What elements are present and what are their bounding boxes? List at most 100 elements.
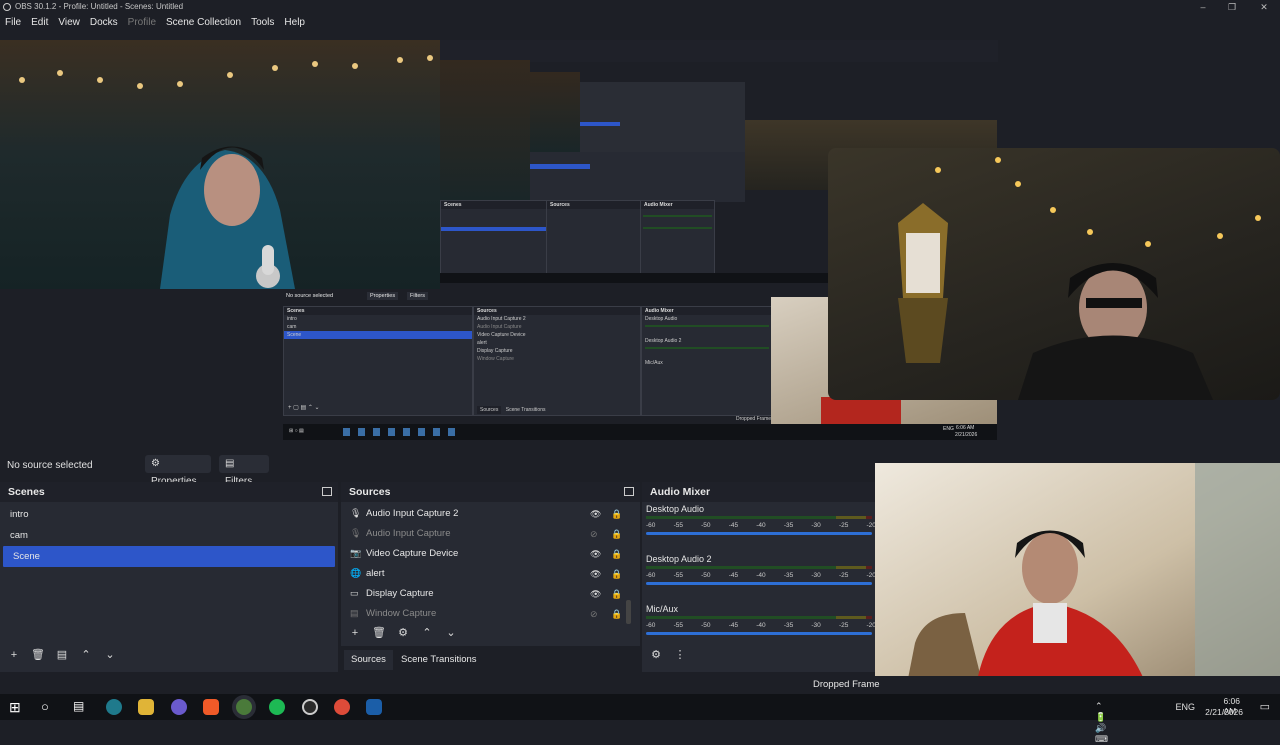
chrome-active-icon[interactable] [236,699,252,715]
search-icon[interactable]: ○ [41,699,49,714]
eye-icon[interactable]: 👁 [590,564,601,584]
tray-icons[interactable]: ⌃ 🔋 🔊 ⌨ [1095,701,1108,745]
nested-sources-dock: Sources Audio Input Capture 2 Audio Inpu… [473,306,641,416]
remove-source-button[interactable]: 🗑 [369,624,389,642]
nested-mixer-channel: Desktop Audio 2 [645,338,682,344]
scene-filters-button[interactable]: ▤ [52,646,72,664]
windows-start-icon[interactable]: ⊞ [9,699,21,716]
meter-ticks: -60 -55 -50 -45 -40 -35 -30 -25 -20 [646,522,876,529]
menu-scene-collection[interactable]: Scene Collection [161,14,246,32]
scene-item-scene[interactable]: Scene [3,546,335,567]
source-item[interactable]: 🎙 Audio Input Capture ⊘ 🔒 [341,524,640,544]
close-button[interactable]: ✕ [1248,0,1280,14]
scene-item-cam[interactable]: cam [0,525,338,546]
eye-hidden-icon[interactable]: ⊘ [590,524,598,544]
edge-browser-icon[interactable] [106,699,122,715]
undock-icon[interactable] [624,487,634,496]
source-label: Display Capture [366,588,434,599]
nested-mixer-small: Audio Mixer [640,200,715,275]
gear-icon: ⚙ [151,458,160,469]
brave-icon[interactable] [203,699,219,715]
lock-icon[interactable]: 🔒 [611,524,622,544]
nested-tab-sources: Sources [477,406,502,414]
nested-filters: Filters [407,292,428,300]
move-down-button[interactable]: ⌄ [100,646,120,664]
volume-fader[interactable] [646,632,872,635]
clock-date[interactable]: 2/21/2026 [1205,707,1243,717]
nested-scene-item: intro [287,316,297,322]
scenes-toolbar: + 🗑 ▤ ⌃ ⌄ [4,646,120,664]
nested-dropped-text: Dropped Frame [736,416,771,422]
source-item[interactable]: 📷 Video Capture Device 👁 🔒 [341,544,640,564]
nested-tab-transitions: Scene Transitions [505,407,546,413]
sources-toolbar: + 🗑 ⚙ ⌃ ⌄ [345,624,461,642]
nested-webcam-2 [530,72,580,152]
preview-canvas[interactable]: Scenes Sources Audio Mixer No source sel… [0,40,1280,443]
source-item[interactable]: ▭ Display Capture 👁 🔒 [341,584,640,604]
lock-icon[interactable]: 🔒 [611,604,622,624]
source-item[interactable]: 🎙 Audio Input Capture 2 👁 🔒 [341,504,640,524]
eye-icon[interactable]: 👁 [590,504,601,524]
menu-docks[interactable]: Docks [85,14,123,32]
add-scene-button[interactable]: + [4,646,24,664]
chrome-icon[interactable] [334,699,350,715]
properties-button[interactable]: ⚙ Properties [145,455,211,487]
source-item[interactable]: ▤ Window Capture ⊘ 🔒 [341,604,640,624]
steam-icon[interactable] [366,699,382,715]
tab-sources[interactable]: Sources [344,650,393,670]
eye-icon[interactable]: 👁 [590,544,601,564]
menu-profile[interactable]: Profile [123,14,161,32]
source-settings-button[interactable]: ⚙ [393,624,413,642]
menu-file[interactable]: File [0,14,26,32]
scene-item-intro[interactable]: intro [0,504,338,525]
nested-titlebar [440,40,998,62]
source-label: Window Capture [366,608,437,619]
mixer-channel: Desktop Audio -60 -55 -50 -45 -40 -35 -30 -25 -2… [642,504,876,554]
minimize-button[interactable]: – [1187,0,1219,14]
nested-sources-small: Sources [546,200,642,275]
remove-scene-button[interactable]: 🗑 [28,646,48,664]
eye-hidden-icon[interactable]: ⊘ [590,604,598,624]
lock-icon[interactable]: 🔒 [611,544,622,564]
volume-fader[interactable] [646,532,872,535]
nested-source-item: alert [477,340,487,346]
maximize-button[interactable]: ❐ [1216,0,1248,14]
mixer-toolbar: ⚙ ⋮ [646,646,690,664]
filters-button[interactable]: ▤ Filters [219,455,269,487]
lock-icon[interactable]: 🔒 [611,564,622,584]
undock-icon[interactable] [322,487,332,496]
sources-scrollbar[interactable] [626,600,631,624]
volume-fader[interactable] [646,582,872,585]
menu-help[interactable]: Help [279,14,310,32]
sources-dock: Sources 🎙 Audio Input Capture 2 👁 🔒 🎙 Au… [341,482,640,672]
mixer-menu-icon[interactable]: ⋮ [670,646,690,664]
move-up-button[interactable]: ⌃ [76,646,96,664]
source-label: Audio Input Capture [366,528,451,539]
menu-edit[interactable]: Edit [26,14,53,32]
tab-scene-transitions[interactable]: Scene Transitions [401,650,477,670]
add-source-button[interactable]: + [345,624,365,642]
lock-icon[interactable]: 🔒 [611,504,622,524]
spotify-icon[interactable] [269,699,285,715]
file-explorer-icon[interactable] [138,699,154,715]
keyboard-language[interactable]: ENG [1175,702,1195,712]
webcam-preview [0,40,440,289]
advanced-audio-icon[interactable]: ⚙ [646,646,666,664]
discord-icon[interactable] [171,699,187,715]
move-down-button[interactable]: ⌄ [441,624,461,642]
move-up-button[interactable]: ⌃ [417,624,437,642]
menu-view[interactable]: View [53,14,85,32]
menu-tools[interactable]: Tools [246,14,279,32]
filter-icon: ▤ [225,458,235,469]
eye-icon[interactable]: 👁 [590,584,601,604]
task-view-icon[interactable]: ▤ [73,699,84,713]
lock-icon[interactable]: 🔒 [611,584,622,604]
window-icon: ▤ [350,608,359,618]
nested-taskbar: ⊞ ○ ▤ ENG 6:06 AM 2/21/2026 [283,424,997,440]
obs-icon[interactable] [302,699,318,715]
dropped-frames-label: Dropped Frame [813,679,880,690]
channel-name: Desktop Audio [646,504,705,514]
notification-icon[interactable]: ▭ [1260,700,1270,713]
source-item[interactable]: 🌐 alert 👁 🔒 [341,564,640,584]
nested-mixer-dock: Audio Mixer Desktop Audio Desktop Audio … [641,306,773,416]
